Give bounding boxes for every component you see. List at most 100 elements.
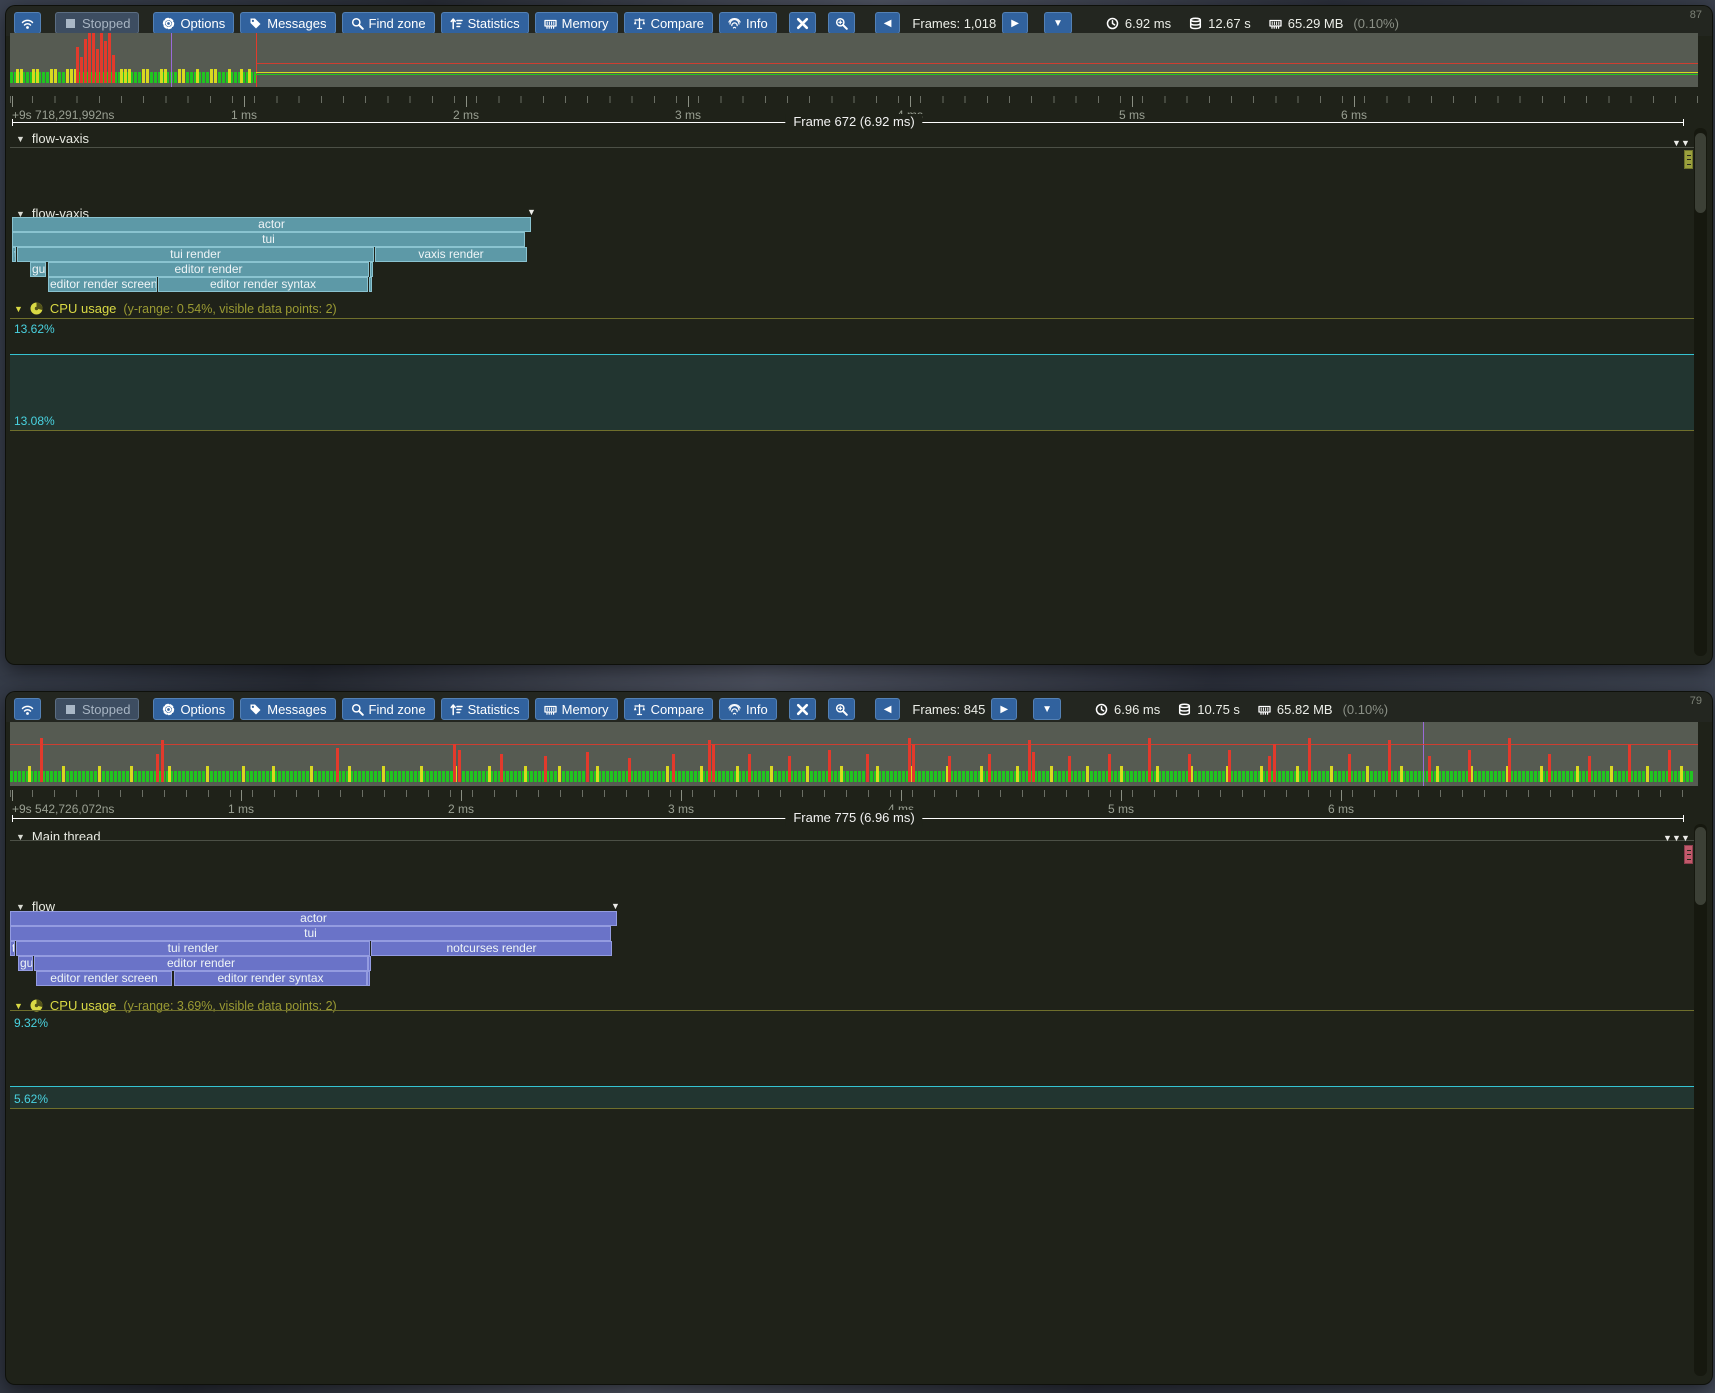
frame-histogram[interactable] [10, 722, 1698, 786]
zone-editor-render-screen[interactable]: editor render screen [36, 971, 172, 986]
cpu-min-value: 5.62% [14, 1092, 48, 1106]
compare-button[interactable]: Compare [624, 698, 713, 720]
tools-icon [796, 17, 809, 30]
stopped-button[interactable]: Stopped [55, 12, 139, 34]
thread-name: Main thread [32, 829, 101, 844]
frame-bar-yellow [1576, 766, 1579, 782]
zone-sliver[interactable] [369, 277, 372, 292]
zone-editor-render-syntax[interactable]: editor render syntax [158, 277, 368, 292]
info-icon [728, 703, 741, 716]
status-capture-time-icon [1178, 703, 1191, 716]
scrollbar-thumb[interactable] [1695, 133, 1706, 213]
tools-button[interactable] [789, 12, 816, 34]
zone-actor[interactable]: actor [12, 217, 531, 232]
zone-actor[interactable]: actor [10, 911, 617, 926]
ruler-label: 6 ms [1341, 108, 1367, 122]
memory-button[interactable]: Memory [535, 12, 618, 34]
frame-bar-red [1273, 744, 1276, 782]
frame-list-button[interactable]: ▼ [1044, 12, 1072, 34]
messages-button[interactable]: Messages [240, 698, 335, 720]
frame-bar-red [100, 33, 103, 83]
frame-list-button[interactable]: ▼ [1033, 698, 1061, 720]
zone-sliver[interactable] [370, 262, 373, 277]
thread-header-1[interactable]: ▼Main thread [16, 829, 101, 844]
frame-bar-red [1348, 754, 1351, 782]
zone-editor-render-screen[interactable]: editor render screen [48, 277, 157, 292]
zone-t[interactable]: t [10, 941, 15, 956]
stopped-label: Stopped [82, 16, 130, 31]
zone-tui[interactable]: tui [12, 232, 525, 247]
prev-frame-button[interactable]: ◀ [875, 12, 901, 34]
level-line-red [10, 744, 1698, 745]
memory-button[interactable]: Memory [535, 698, 618, 720]
stopped-button[interactable]: Stopped [55, 698, 139, 720]
connection-button[interactable] [14, 12, 41, 34]
frame-span-label: Frame 775 (6.96 ms) [785, 810, 922, 826]
frame-histogram[interactable] [10, 33, 1698, 87]
info-button[interactable]: Info [719, 12, 777, 34]
zone-tui[interactable]: tui [10, 926, 611, 941]
vertical-scrollbar[interactable] [1694, 824, 1707, 1376]
major-tick [910, 96, 911, 107]
connection-button[interactable] [14, 698, 41, 720]
options-button[interactable]: Options [153, 698, 234, 720]
collapsed-frames-badge[interactable] [1684, 150, 1693, 169]
frame-bar-yellow [1260, 766, 1263, 782]
frame-bar-yellow [310, 766, 313, 782]
zone-label: tui render [170, 247, 221, 261]
find-zone-label: Find zone [369, 702, 426, 717]
tools-button[interactable] [789, 698, 816, 720]
statistics-label: Statistics [468, 702, 520, 717]
thread-header-1[interactable]: ▼flow-vaxis [16, 131, 89, 146]
frame-bar-red [988, 754, 991, 782]
status-capture-time: 10.75 s [1178, 702, 1240, 717]
next-frame-button[interactable]: ▶ [1002, 12, 1028, 34]
scrollbar-thumb[interactable] [1695, 827, 1706, 905]
toolbar: Stopped Options Messages Find zone Statistic… [6, 692, 1712, 722]
frame-bar-yellow [50, 69, 53, 83]
find-zone-button[interactable]: Find zone [342, 12, 435, 34]
frame-bar-red [80, 57, 83, 83]
zone-sliver[interactable] [368, 956, 371, 971]
compare-button[interactable]: Compare [624, 12, 713, 34]
memory-label: Memory [562, 16, 609, 31]
zone-gu[interactable]: gu [18, 956, 33, 971]
options-button[interactable]: Options [153, 12, 234, 34]
cpu-usage-header[interactable]: ▼CPU usage(y-range: 0.54%, visible data … [14, 301, 337, 316]
prev-frame-button[interactable]: ◀ [875, 698, 901, 720]
vertical-scrollbar[interactable] [1694, 128, 1707, 656]
zone-t[interactable]: t [12, 247, 16, 262]
frame-bar-red [1428, 756, 1431, 782]
zone-editor-render[interactable]: editor render [34, 956, 368, 971]
zone-tui-render[interactable]: tui render [16, 941, 370, 956]
zone-notcurses-render[interactable]: notcurses render [371, 941, 612, 956]
find-zone-button[interactable]: Find zone [342, 698, 435, 720]
frame-bar-yellow [666, 766, 669, 782]
zone-gu[interactable]: gu [30, 262, 46, 277]
ruler-label: 6 ms [1328, 802, 1354, 816]
ruler-label: 3 ms [675, 108, 701, 122]
statistics-button[interactable]: Statistics [441, 698, 529, 720]
zone-editor-render[interactable]: editor render [48, 262, 369, 277]
ruler-label: 1 ms [228, 802, 254, 816]
options-label: Options [180, 16, 225, 31]
level-line-yellow [256, 72, 1698, 73]
cpu-plot-bottom-line [10, 430, 1698, 431]
zoom-tool-button[interactable] [828, 698, 855, 720]
zone-vaxis-render[interactable]: vaxis render [375, 247, 527, 262]
zone-editor-render-syntax[interactable]: editor render syntax [174, 971, 367, 986]
collapsed-frames-badge[interactable] [1684, 845, 1693, 864]
next-frame-button[interactable]: ▶ [991, 698, 1017, 720]
info-button[interactable]: Info [719, 698, 777, 720]
frame-bar-red [84, 39, 87, 83]
frame-bar-red [336, 748, 339, 782]
zoom-tool-button[interactable] [828, 12, 855, 34]
frame-bars-green [10, 72, 256, 83]
frame-bar-yellow [196, 69, 199, 83]
frame-bar-red [748, 754, 751, 782]
messages-button[interactable]: Messages [240, 12, 335, 34]
zone-tui-render[interactable]: tui render [17, 247, 374, 262]
zone-sliver[interactable] [367, 971, 370, 986]
frame-bar-red [948, 756, 951, 782]
statistics-button[interactable]: Statistics [441, 12, 529, 34]
